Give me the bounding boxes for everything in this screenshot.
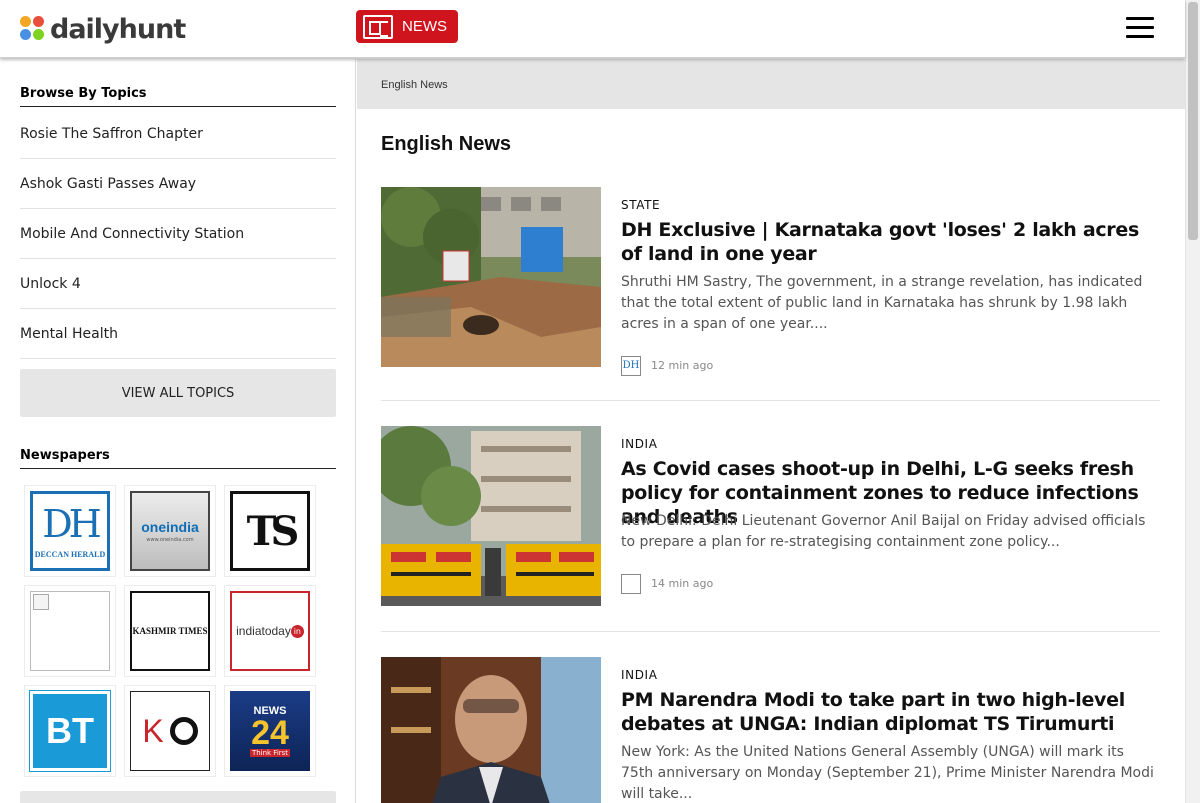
logo-text: dailyhunt xyxy=(50,13,186,45)
article-image-barricade xyxy=(381,426,601,606)
topic-item[interactable]: Mental Health xyxy=(20,309,336,359)
newspaper-business-today[interactable]: BT xyxy=(24,685,116,777)
breadcrumb[interactable]: English News xyxy=(381,79,448,91)
newspaper-india-today[interactable]: indiatoday in xyxy=(224,585,316,677)
article-summary: New Delhi: Delhi Lieutenant Governor Ani… xyxy=(621,513,1146,550)
article-card[interactable]: INDIA As Covid cases shoot-up in Delhi, … xyxy=(381,426,1160,632)
dailyhunt-logo-icon xyxy=(20,16,46,42)
article-category[interactable]: STATE xyxy=(621,198,660,212)
newspaper-deccan-herald[interactable]: DH DECCAN HERALD xyxy=(24,485,116,577)
article-card[interactable]: INDIA PM Narendra Modi to take part in t… xyxy=(381,657,1160,803)
ts-logo: TS xyxy=(230,491,310,571)
article-summary: New York: As the United Nations General … xyxy=(621,744,1154,802)
sidebar: Browse By Topics Rosie The Saffron Chapt… xyxy=(0,59,356,803)
kashmir-times-logo: KASHMIR TIMES xyxy=(130,591,210,671)
page-title: English News xyxy=(381,133,512,155)
news24-logo-tagline: Think First xyxy=(249,749,291,757)
article-thumbnail[interactable] xyxy=(381,657,601,803)
article-image-land xyxy=(381,187,601,367)
oneindia-logo-subtext: www.oneindia.com xyxy=(146,537,194,543)
hamburger-menu-icon[interactable] xyxy=(1126,17,1154,39)
topic-item[interactable]: Mobile And Connectivity Station xyxy=(20,209,336,259)
newspaper-news24[interactable]: NEWS 24 Think First xyxy=(224,685,316,777)
page-scrollbar[interactable] xyxy=(1185,0,1200,803)
breadcrumb-bar: English News xyxy=(357,59,1185,109)
newspaper-broken-image[interactable] xyxy=(24,585,116,677)
newspapers-section-title: Newspapers xyxy=(20,448,336,469)
india-today-in-badge: in xyxy=(290,624,304,638)
kashmir-times-logo-text: KASHMIR TIMES xyxy=(132,626,208,636)
india-today-logo: indiatoday in xyxy=(230,591,310,671)
source-logo-icon[interactable]: DH xyxy=(621,355,641,376)
article-time: 12 min ago xyxy=(651,359,714,372)
newspaper-telangana-today[interactable]: TS xyxy=(224,485,316,577)
main-content: English News English News STATE DH Exclu… xyxy=(357,59,1185,803)
article-card[interactable]: STATE DH Exclusive | Karnataka govt 'los… xyxy=(381,187,1160,401)
article-meta: DH 12 min ago xyxy=(621,355,713,376)
top-header: dailyhunt NEWS xyxy=(0,0,1185,58)
source-logo-icon[interactable] xyxy=(621,573,641,594)
topics-section-title: Browse By Topics xyxy=(20,86,336,107)
broken-image-placeholder xyxy=(30,591,110,671)
ko-logo-o xyxy=(169,717,198,745)
deccan-herald-logo: DH DECCAN HERALD xyxy=(30,491,110,571)
oneindia-logo-text: oneindia xyxy=(141,519,199,535)
news-button[interactable]: NEWS xyxy=(356,10,458,43)
article-time: 14 min ago xyxy=(651,577,714,590)
dh-logo-text: DH xyxy=(42,501,102,546)
bt-logo-text: BT xyxy=(46,710,94,751)
india-today-logo-text: indiatoday xyxy=(236,624,291,638)
topic-item[interactable]: Unlock 4 xyxy=(20,259,336,309)
newspaper-koo[interactable]: K xyxy=(124,685,216,777)
newspaper-icon xyxy=(363,14,393,39)
article-category[interactable]: INDIA xyxy=(621,668,658,682)
dailyhunt-logo[interactable]: dailyhunt xyxy=(20,12,186,46)
article-headline[interactable]: DH Exclusive | Karnataka govt 'loses' 2 … xyxy=(621,218,1160,266)
topic-item[interactable]: Ashok Gasti Passes Away xyxy=(20,159,336,209)
ko-logo: K xyxy=(130,691,210,771)
dh-logo-subtext: DECCAN HERALD xyxy=(34,549,106,559)
news-button-label: NEWS xyxy=(402,18,447,35)
article-category[interactable]: INDIA xyxy=(621,437,658,451)
view-all-topics-button[interactable]: VIEW ALL TOPICS xyxy=(20,369,336,417)
news24-logo: NEWS 24 Think First xyxy=(230,691,310,771)
newspaper-oneindia[interactable]: oneindia www.oneindia.com xyxy=(124,485,216,577)
article-summary: Shruthi HM Sastry, The government, in a … xyxy=(621,274,1143,332)
news24-logo-number: 24 xyxy=(251,714,289,752)
ko-logo-k: K xyxy=(142,712,164,749)
oneindia-logo: oneindia www.oneindia.com xyxy=(130,491,210,571)
business-today-logo: BT xyxy=(30,691,110,771)
article-image-diplomat xyxy=(381,657,601,803)
topic-item[interactable]: Rosie The Saffron Chapter xyxy=(20,109,336,159)
article-thumbnail[interactable] xyxy=(381,426,601,606)
scrollbar-thumb[interactable] xyxy=(1188,2,1198,240)
topic-list: Rosie The Saffron Chapter Ashok Gasti Pa… xyxy=(20,109,336,359)
newspaper-kashmir-times[interactable]: KASHMIR TIMES xyxy=(124,585,216,677)
broken-image-icon xyxy=(33,594,49,610)
article-thumbnail[interactable] xyxy=(381,187,601,367)
view-all-newspapers-button[interactable] xyxy=(20,791,336,803)
article-meta: 14 min ago xyxy=(621,573,713,594)
article-headline[interactable]: PM Narendra Modi to take part in two hig… xyxy=(621,688,1160,736)
ts-logo-text: TS xyxy=(246,507,300,555)
